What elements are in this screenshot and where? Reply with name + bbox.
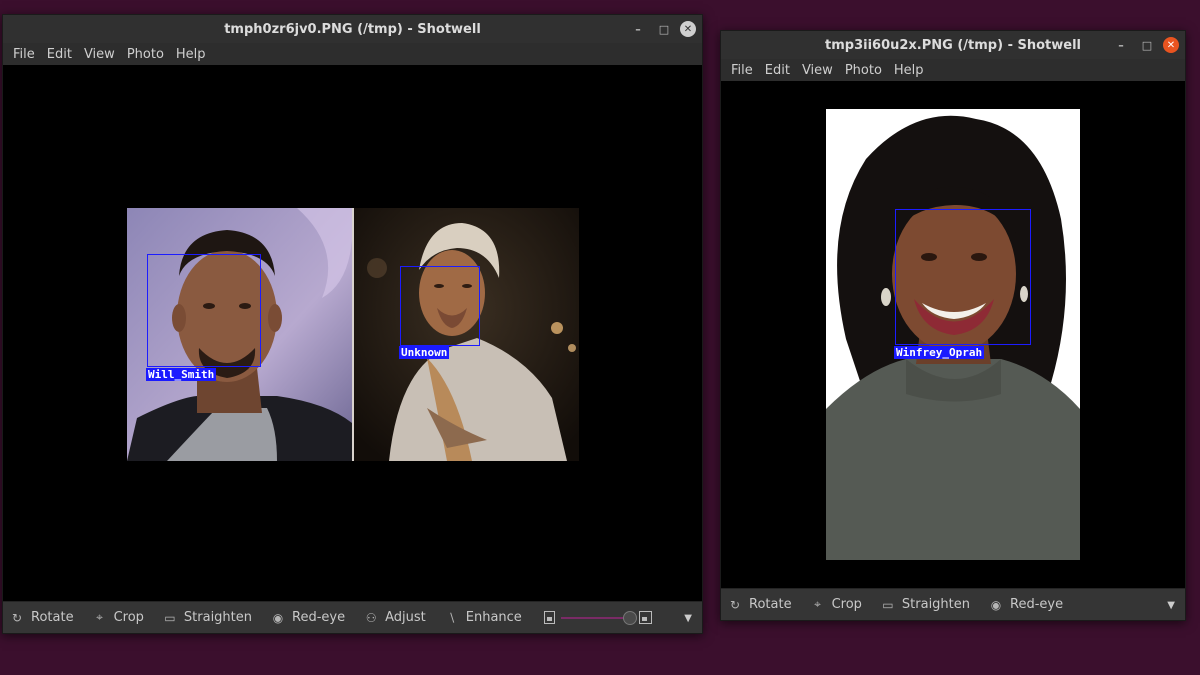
menu-file[interactable]: File xyxy=(725,63,759,78)
eye-icon: ◉ xyxy=(990,597,1002,612)
menu-bar: File Edit View Photo Help xyxy=(3,43,702,65)
menu-file[interactable]: File xyxy=(7,47,41,62)
eye-icon: ◉ xyxy=(272,610,284,625)
rotate-icon: ↻ xyxy=(11,610,23,625)
face-box-unknown xyxy=(400,266,480,346)
zoom-control xyxy=(543,610,652,625)
photo-canvas[interactable]: Will_Smith Unknown xyxy=(3,65,702,601)
title-bar[interactable]: tmph0zr6jv0.PNG (/tmp) - Shotwell – □ ✕ xyxy=(3,15,702,43)
menu-edit[interactable]: Edit xyxy=(759,63,796,78)
crop-button[interactable]: ⌖ Crop xyxy=(94,610,144,625)
minimize-icon[interactable]: – xyxy=(628,19,648,39)
enhance-label: Enhance xyxy=(465,610,522,625)
menu-photo[interactable]: Photo xyxy=(121,47,170,62)
editing-toolbar: ↻ Rotate ⌖ Crop ▭ Straighten ◉ Red-eye ▼ xyxy=(721,588,1185,620)
adjust-button[interactable]: ⚇ Adjust xyxy=(365,610,426,625)
window-title: tmph0zr6jv0.PNG (/tmp) - Shotwell xyxy=(224,21,481,37)
face-label-will-smith: Will_Smith xyxy=(146,368,217,381)
redeye-button[interactable]: ◉ Red-eye xyxy=(272,610,345,625)
editing-toolbar: ↻ Rotate ⌖ Crop ▭ Straighten ◉ Red-eye ⚇… xyxy=(3,601,702,633)
straighten-label: Straighten xyxy=(901,597,971,612)
straighten-button[interactable]: ▭ Straighten xyxy=(882,597,970,612)
crop-button[interactable]: ⌖ Crop xyxy=(812,597,862,612)
maximize-icon[interactable]: □ xyxy=(654,19,674,39)
zoom-in-icon[interactable] xyxy=(638,611,652,624)
straighten-icon: ▭ xyxy=(882,597,894,612)
crop-label: Crop xyxy=(113,610,144,625)
redeye-label: Red-eye xyxy=(1010,597,1064,612)
photo-canvas[interactable]: Winfrey_Oprah xyxy=(721,81,1185,588)
close-icon[interactable]: ✕ xyxy=(1163,37,1179,53)
rotate-label: Rotate xyxy=(749,597,792,612)
crop-icon: ⌖ xyxy=(814,597,821,611)
face-box-will-smith xyxy=(147,254,261,367)
menu-view[interactable]: View xyxy=(78,47,121,62)
adjust-icon: ⚇ xyxy=(365,610,377,625)
menu-view[interactable]: View xyxy=(796,63,839,78)
face-label-winfrey-oprah: Winfrey_Oprah xyxy=(894,346,985,359)
menu-photo[interactable]: Photo xyxy=(839,63,888,78)
rotate-label: Rotate xyxy=(31,610,74,625)
redeye-label: Red-eye xyxy=(292,610,346,625)
face-box-winfrey-oprah xyxy=(895,209,1031,345)
menu-help[interactable]: Help xyxy=(170,47,212,62)
photo-image: Will_Smith Unknown xyxy=(127,208,579,461)
straighten-icon: ▭ xyxy=(164,610,176,625)
adjust-label: Adjust xyxy=(385,610,426,625)
chevron-down-icon[interactable]: ▼ xyxy=(1167,589,1175,621)
maximize-icon[interactable]: □ xyxy=(1137,35,1157,55)
close-icon[interactable]: ✕ xyxy=(680,21,696,37)
menu-help[interactable]: Help xyxy=(888,63,930,78)
menu-edit[interactable]: Edit xyxy=(41,47,78,62)
zoom-slider-knob[interactable] xyxy=(622,610,637,625)
zoom-out-icon[interactable] xyxy=(543,611,555,624)
crop-label: Crop xyxy=(831,597,862,612)
menu-bar: File Edit View Photo Help xyxy=(721,59,1185,81)
minimize-icon[interactable]: – xyxy=(1111,35,1131,55)
photo-image: Winfrey_Oprah xyxy=(826,109,1080,560)
zoom-slider[interactable] xyxy=(560,610,637,625)
zoom-slider-fill xyxy=(560,616,633,619)
rotate-button[interactable]: ↻ Rotate xyxy=(11,610,74,625)
enhance-icon: ∖ xyxy=(447,610,456,625)
window-title: tmp3ii60u2x.PNG (/tmp) - Shotwell xyxy=(825,37,1081,53)
rotate-icon: ↻ xyxy=(729,597,741,612)
shotwell-window-1: tmph0zr6jv0.PNG (/tmp) - Shotwell – □ ✕ … xyxy=(2,14,703,634)
chevron-down-icon[interactable]: ▼ xyxy=(684,602,692,634)
enhance-button[interactable]: ∖ Enhance xyxy=(446,610,522,625)
straighten-label: Straighten xyxy=(183,610,253,625)
straighten-button[interactable]: ▭ Straighten xyxy=(164,610,252,625)
rotate-button[interactable]: ↻ Rotate xyxy=(729,597,792,612)
shotwell-window-2: tmp3ii60u2x.PNG (/tmp) - Shotwell – □ ✕ … xyxy=(720,30,1186,621)
title-bar[interactable]: tmp3ii60u2x.PNG (/tmp) - Shotwell – □ ✕ xyxy=(721,31,1185,59)
redeye-button[interactable]: ◉ Red-eye xyxy=(990,597,1063,612)
face-label-unknown: Unknown xyxy=(399,346,450,359)
crop-icon: ⌖ xyxy=(96,610,103,624)
